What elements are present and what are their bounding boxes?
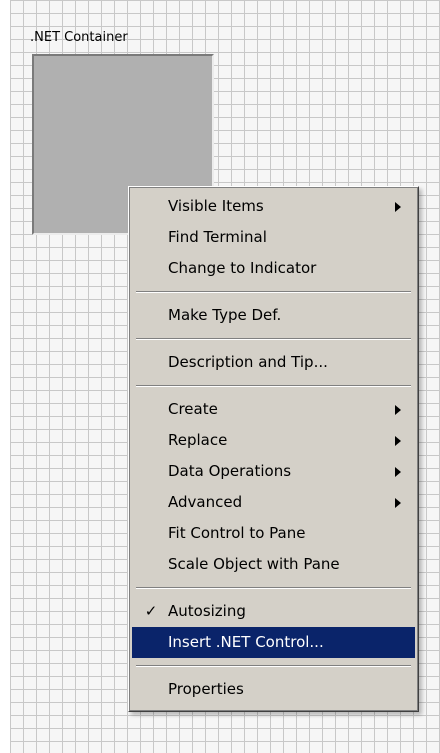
menu-item-find-terminal[interactable]: Find Terminal [132, 222, 415, 253]
menu-separator [132, 378, 415, 394]
container-label: .NET Container [30, 30, 128, 45]
menu-item-properties[interactable]: Properties [132, 674, 415, 705]
menu-item-insert-net-control[interactable]: Insert .NET Control... [132, 627, 415, 658]
menu-item-create[interactable]: Create [132, 394, 415, 425]
menu-item-autosizing[interactable]: ✓ Autosizing [132, 596, 415, 627]
menu-item-label: Find Terminal [168, 228, 267, 246]
menu-item-label: Data Operations [168, 462, 292, 480]
menu-item-advanced[interactable]: Advanced [132, 487, 415, 518]
menu-item-label: Scale Object with Pane [168, 555, 340, 573]
menu-item-label: Replace [168, 431, 228, 449]
context-menu: Visible Items Find Terminal Change to In… [128, 186, 419, 712]
menu-item-replace[interactable]: Replace [132, 425, 415, 456]
menu-item-label: Description and Tip... [168, 353, 328, 371]
menu-item-visible-items[interactable]: Visible Items [132, 191, 415, 222]
menu-item-change-to-indicator[interactable]: Change to Indicator [132, 253, 415, 284]
menu-item-data-operations[interactable]: Data Operations [132, 456, 415, 487]
canvas-margin [0, 0, 10, 753]
menu-item-label: Change to Indicator [168, 259, 317, 277]
menu-item-label: Advanced [168, 493, 243, 511]
menu-item-scale-object-with-pane[interactable]: Scale Object with Pane [132, 549, 415, 580]
menu-separator [132, 580, 415, 596]
menu-separator [132, 331, 415, 347]
menu-item-description-and-tip[interactable]: Description and Tip... [132, 347, 415, 378]
menu-item-label: Insert .NET Control... [168, 633, 324, 651]
menu-item-make-type-def[interactable]: Make Type Def. [132, 300, 415, 331]
menu-item-label: Make Type Def. [168, 306, 282, 324]
checkmark-icon: ✓ [144, 602, 158, 620]
menu-item-label: Visible Items [168, 197, 264, 215]
submenu-arrow-icon [395, 498, 401, 508]
menu-separator [132, 658, 415, 674]
menu-item-label: Autosizing [168, 602, 246, 620]
submenu-arrow-icon [395, 202, 401, 212]
menu-item-fit-control-to-pane[interactable]: Fit Control to Pane [132, 518, 415, 549]
menu-item-label: Fit Control to Pane [168, 524, 306, 542]
submenu-arrow-icon [395, 436, 401, 446]
submenu-arrow-icon [395, 405, 401, 415]
submenu-arrow-icon [395, 467, 401, 477]
menu-separator [132, 284, 415, 300]
menu-item-label: Create [168, 400, 218, 418]
menu-item-label: Properties [168, 680, 244, 698]
